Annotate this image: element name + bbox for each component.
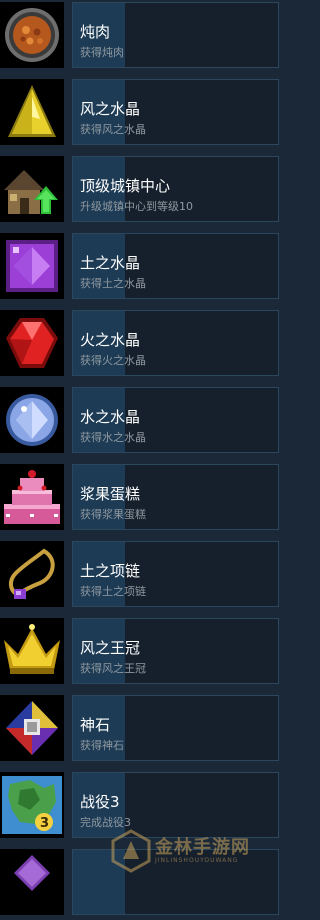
- campaign-map-icon: 3: [0, 772, 64, 838]
- watermark-text: 金林手游网: [155, 837, 250, 858]
- achievement-title: 土之项链: [80, 562, 141, 580]
- achievement-title: 炖肉: [80, 23, 111, 41]
- berry-cake-icon: [0, 464, 64, 530]
- wind-crown-icon: [0, 618, 64, 684]
- achievement-title: 战役3: [80, 793, 120, 811]
- achievement-description: 获得风之水晶: [80, 123, 146, 136]
- achievement-title: 土之水晶: [80, 254, 141, 272]
- watermark-subtext: JINLINSHOUYOUWANG: [155, 857, 239, 864]
- achievement-panel: 火之水晶 获得火之水晶: [72, 310, 279, 376]
- achievement-description: 获得土之项链: [80, 585, 146, 598]
- achievement-title: 浆果蛋糕: [80, 485, 141, 503]
- achievement-panel: 土之水晶 获得土之水晶: [72, 233, 279, 299]
- achievement-row[interactable]: 风之王冠 获得风之王冠: [0, 616, 279, 689]
- partial-item-icon: [0, 849, 64, 915]
- achievement-panel: 顶级城镇中心 升级城镇中心到等级10: [72, 156, 279, 222]
- water-crystal-icon: [0, 387, 64, 453]
- watermark-logo-icon: [111, 829, 151, 873]
- achievement-panel: 神石 获得神石: [72, 695, 279, 761]
- achievement-title: 神石: [80, 716, 111, 734]
- achievement-title: 风之水晶: [80, 100, 141, 118]
- achievement-panel: 风之王冠 获得风之王冠: [72, 618, 279, 684]
- achievement-description: 获得炖肉: [80, 46, 124, 59]
- achievement-panel: 炖肉 获得炖肉: [72, 2, 279, 68]
- earth-crystal-icon: [0, 233, 64, 299]
- achievement-row[interactable]: 风之水晶 获得风之水晶: [0, 77, 279, 150]
- achievement-title: 风之王冠: [80, 639, 141, 657]
- achievement-row[interactable]: 土之项链 获得土之项链: [0, 539, 279, 612]
- achievement-title: 顶级城镇中心: [80, 177, 171, 195]
- achievement-description: 完成战役3: [80, 816, 131, 829]
- achievement-row[interactable]: 顶级城镇中心 升级城镇中心到等级10: [0, 154, 279, 227]
- achievement-row[interactable]: 炖肉 获得炖肉: [0, 0, 279, 73]
- achievement-title: 火之水晶: [80, 331, 141, 349]
- wind-crystal-icon: [0, 79, 64, 145]
- achievement-panel: 浆果蛋糕 获得浆果蛋糕: [72, 464, 279, 530]
- achievement-row[interactable]: 火之水晶 获得火之水晶: [0, 308, 279, 381]
- fire-crystal-icon: [0, 310, 64, 376]
- achievement-description: 获得水之水晶: [80, 431, 146, 444]
- svg-text:3: 3: [40, 816, 49, 831]
- achievement-title: 水之水晶: [80, 408, 141, 426]
- achievement-row[interactable]: 土之水晶 获得土之水晶: [0, 231, 279, 304]
- town-center-upgrade-icon: [0, 156, 64, 222]
- achievement-panel: 风之水晶 获得风之水晶: [72, 79, 279, 145]
- stew-bowl-icon: [0, 2, 64, 68]
- achievement-description: 获得土之水晶: [80, 277, 146, 290]
- earth-necklace-icon: [0, 541, 64, 607]
- achievement-description: 获得浆果蛋糕: [80, 508, 146, 521]
- god-stone-icon: [0, 695, 64, 761]
- achievement-row[interactable]: 水之水晶 获得水之水晶: [0, 385, 279, 458]
- achievement-description: 升级城镇中心到等级10: [80, 200, 193, 213]
- site-watermark: 金林手游网 JINLINSHOUYOUWANG: [109, 829, 277, 873]
- achievement-description: 获得火之水晶: [80, 354, 146, 367]
- achievement-description: 获得风之王冠: [80, 662, 146, 675]
- achievement-row[interactable]: 浆果蛋糕 获得浆果蛋糕: [0, 462, 279, 535]
- achievement-description: 获得神石: [80, 739, 124, 752]
- achievement-panel: 水之水晶 获得水之水晶: [72, 387, 279, 453]
- achievement-row[interactable]: 神石 获得神石: [0, 693, 279, 766]
- achievement-panel: 土之项链 获得土之项链: [72, 541, 279, 607]
